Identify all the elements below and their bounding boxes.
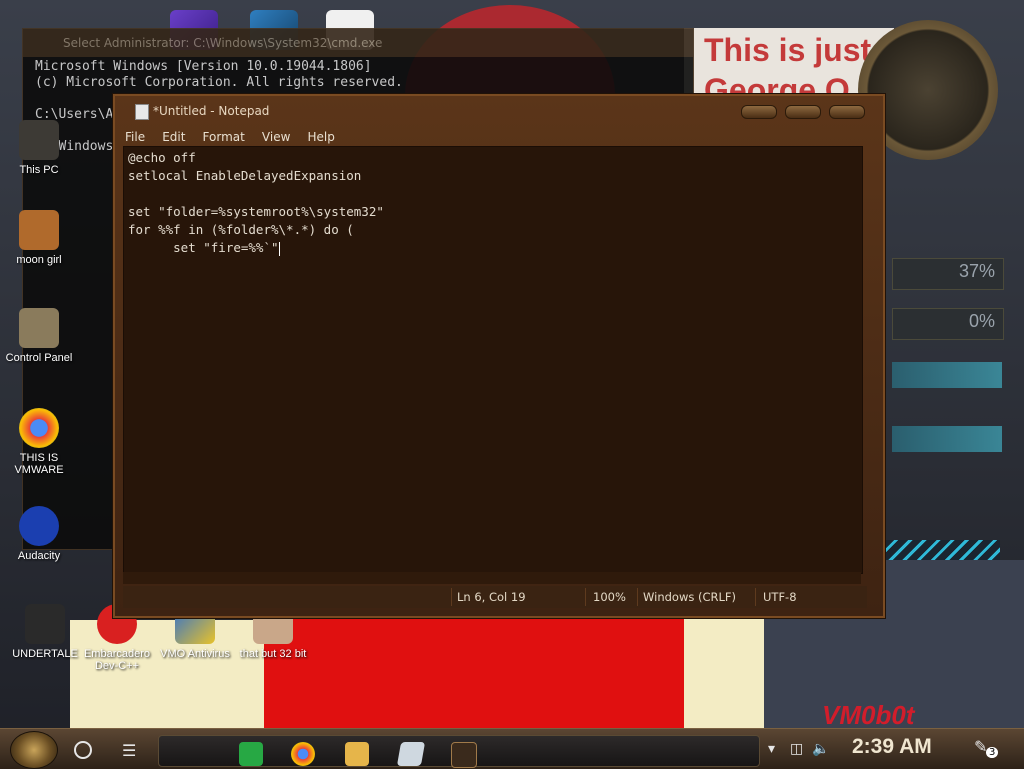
clock[interactable]: 2:39 AM bbox=[852, 735, 932, 759]
gauge-bar bbox=[892, 426, 1002, 452]
status-divider bbox=[755, 588, 756, 606]
desktop-icon-this-pc[interactable]: This PC bbox=[4, 120, 74, 176]
watermark: VM0b0t bbox=[822, 700, 915, 730]
status-bar: Ln 6, Col 19 100% Windows (CRLF) UTF-8 bbox=[123, 586, 867, 608]
menu-file[interactable]: File bbox=[125, 130, 145, 144]
desktop-icon-label: THIS IS VMWARE bbox=[14, 452, 64, 476]
desktop-icon-label: This PC bbox=[19, 164, 59, 176]
code-text: @echo off setlocal EnableDelayedExpansio… bbox=[128, 149, 384, 257]
code-line: set "folder=%systemroot%\system32" bbox=[128, 204, 384, 219]
task-view-icon[interactable]: ☰ bbox=[122, 741, 136, 760]
desktop-icon-label: Control Panel bbox=[5, 352, 73, 364]
desktop-icon-vmware[interactable]: THIS IS VMWARE bbox=[4, 408, 74, 476]
code-line: setlocal EnableDelayedExpansion bbox=[128, 168, 362, 183]
maximize-button[interactable] bbox=[785, 105, 821, 119]
chrome-icon bbox=[19, 408, 59, 448]
notification-badge: 3 bbox=[986, 747, 999, 758]
desktop-icon-label: Embarcadero Dev-C++ bbox=[83, 648, 151, 672]
cpu-gauge-label: 37% bbox=[958, 261, 995, 281]
code-line: for %%f in (%folder%\*.*) do ( bbox=[128, 222, 354, 237]
status-zoom: 100% bbox=[593, 590, 626, 604]
poster-line-1: This is just bbox=[704, 32, 872, 68]
taskbar-apps bbox=[158, 735, 760, 768]
wallpaper-red-block bbox=[264, 610, 684, 738]
desktop-icon-label: that but 32 bit bbox=[239, 648, 307, 660]
code-line: set "fire=%%`" bbox=[128, 240, 279, 255]
text-caret bbox=[278, 241, 280, 256]
status-position: Ln 6, Col 19 bbox=[457, 590, 526, 604]
folder-icon bbox=[19, 210, 59, 250]
vmware-icon[interactable] bbox=[451, 742, 477, 768]
ram-gauge-label: 0% bbox=[968, 311, 995, 331]
cmd-line: Microsoft Windows [Version 10.0.19044.18… bbox=[35, 59, 372, 74]
menu-help[interactable]: Help bbox=[308, 130, 335, 144]
minimize-button[interactable] bbox=[741, 105, 777, 119]
desktop-icon-label: VMO Antivirus bbox=[160, 648, 230, 660]
audacity-icon bbox=[19, 506, 59, 546]
cmd-title: Select Administrator: C:\Windows\System3… bbox=[23, 29, 693, 57]
chevron-up-icon[interactable]: ▾ bbox=[768, 741, 775, 757]
close-button[interactable] bbox=[829, 105, 865, 119]
desktop-icon-audacity[interactable]: Audacity bbox=[4, 506, 74, 562]
notepad-titlebar[interactable]: *Untitled - Notepad bbox=[115, 96, 883, 126]
desktop-icon-control-panel[interactable]: Control Panel bbox=[4, 308, 74, 364]
status-encoding: UTF-8 bbox=[763, 590, 797, 604]
unity-icon bbox=[25, 604, 65, 644]
control-panel-icon bbox=[19, 308, 59, 348]
desktop-icon-undertale[interactable]: UNDERTALE bbox=[10, 604, 80, 660]
ram-gauge: 0% bbox=[892, 308, 1004, 340]
cpu-gauge: 37% bbox=[892, 258, 1004, 290]
chrome-icon[interactable] bbox=[291, 742, 315, 766]
computer-icon bbox=[19, 120, 59, 160]
taskbar: ☰ ▾ ◫ 🔈 2:39 AM ✎ 3 bbox=[0, 728, 1024, 769]
desktop-icon-label: Audacity bbox=[17, 550, 61, 562]
desktop-icon-moon-girl[interactable]: moon girl bbox=[4, 210, 74, 266]
notepad-icon bbox=[135, 104, 149, 120]
sheets-icon[interactable] bbox=[239, 742, 263, 766]
window-title: *Untitled - Notepad bbox=[153, 104, 270, 118]
text-editor[interactable]: @echo off setlocal EnableDelayedExpansio… bbox=[123, 146, 863, 574]
search-icon[interactable] bbox=[74, 741, 92, 759]
notepad-window[interactable]: *Untitled - Notepad File Edit Format Vie… bbox=[113, 94, 885, 618]
notepad-icon[interactable] bbox=[396, 742, 426, 766]
status-line-ending: Windows (CRLF) bbox=[643, 590, 737, 604]
file-explorer-icon[interactable] bbox=[345, 742, 369, 766]
code-line: @echo off bbox=[128, 150, 196, 165]
gauge-bar bbox=[892, 362, 1002, 388]
cmd-line: (c) Microsoft Corporation. All rights re… bbox=[35, 75, 403, 90]
status-divider bbox=[451, 588, 452, 606]
status-divider bbox=[637, 588, 638, 606]
wallpaper-cream-right bbox=[684, 612, 764, 738]
menu-view[interactable]: View bbox=[262, 130, 290, 144]
network-icon[interactable]: ◫ bbox=[790, 741, 803, 757]
volume-muted-icon[interactable]: 🔈 bbox=[812, 741, 829, 757]
status-divider bbox=[585, 588, 586, 606]
menu-edit[interactable]: Edit bbox=[162, 130, 185, 144]
menu-format[interactable]: Format bbox=[203, 130, 245, 144]
menu-bar: File Edit Format View Help bbox=[125, 126, 347, 146]
desktop-icon-label: UNDERTALE bbox=[12, 648, 78, 660]
start-button[interactable] bbox=[10, 731, 58, 769]
horizontal-scrollbar[interactable] bbox=[123, 572, 861, 584]
desktop-icon-label: moon girl bbox=[16, 254, 62, 266]
